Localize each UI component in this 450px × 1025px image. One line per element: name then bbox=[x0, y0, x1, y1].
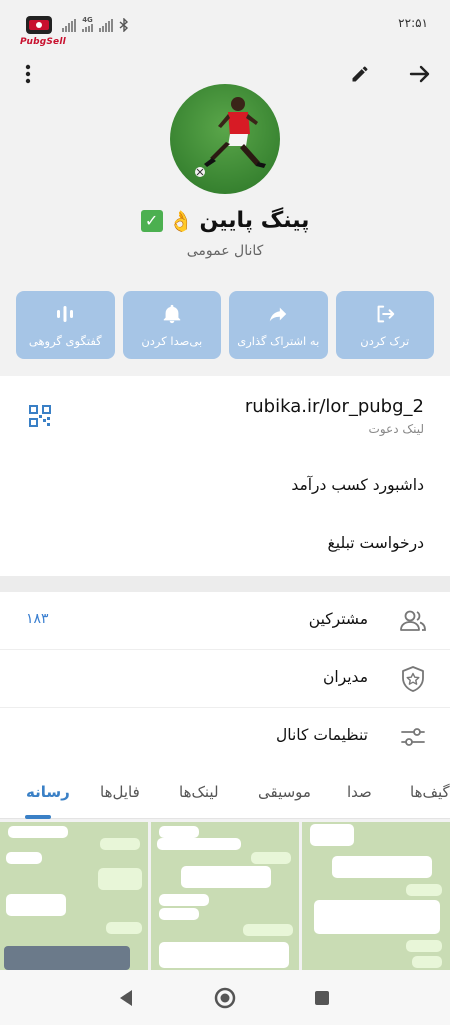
channel-info-card: rubika.ir/lor_pubg_2 لینک دعوت داشبورد ک… bbox=[0, 376, 450, 576]
voice-chat-icon bbox=[57, 305, 74, 322]
section-divider bbox=[0, 576, 450, 592]
channel-management-card: ۱۸۳ مشترکین مدیران تنظیمات کانال bbox=[0, 592, 450, 767]
tab-gifs[interactable]: گیف‌ها bbox=[410, 783, 450, 801]
bell-icon bbox=[163, 304, 180, 323]
admins-row[interactable]: مدیران bbox=[0, 650, 450, 708]
share-button[interactable]: به اشتراک گذاری bbox=[229, 291, 328, 359]
settings-row[interactable]: تنظیمات کانال bbox=[0, 708, 450, 766]
leave-icon bbox=[377, 305, 395, 322]
mute-label: بی‌صدا کردن bbox=[141, 333, 203, 348]
channel-title-row: پینگ پایین 👌 ✓ bbox=[0, 208, 450, 233]
mute-button[interactable]: بی‌صدا کردن bbox=[122, 291, 221, 359]
action-buttons: گفتگوی گروهی بی‌صدا کردن به اشتراک گذاری… bbox=[16, 291, 434, 359]
back-arrow-icon[interactable] bbox=[404, 58, 436, 90]
leave-button[interactable]: ترک کردن bbox=[335, 291, 434, 359]
ok-hand-emoji: 👌 bbox=[168, 208, 194, 233]
tab-media[interactable]: رسانه bbox=[26, 783, 70, 801]
tab-music[interactable]: موسیقی bbox=[258, 783, 311, 801]
nav-recents-icon[interactable] bbox=[308, 984, 336, 1012]
edit-icon[interactable] bbox=[344, 58, 376, 90]
active-tab-indicator bbox=[25, 815, 51, 819]
channel-subtitle: کانال عمومی bbox=[186, 243, 264, 259]
media-thumbnail[interactable] bbox=[0, 822, 148, 970]
media-grid bbox=[0, 822, 450, 970]
share-label: به اشتراک گذاری bbox=[237, 333, 320, 348]
members-count: ۱۸۳ bbox=[26, 611, 49, 627]
settings-sliders-icon bbox=[398, 722, 428, 752]
voice-chat-label: گفتگوی گروهی bbox=[28, 333, 102, 348]
bluetooth-icon bbox=[119, 18, 129, 32]
income-dashboard-item[interactable]: داشبورد کسب درآمد bbox=[291, 476, 424, 494]
invite-link-label: لینک دعوت bbox=[368, 422, 424, 436]
share-icon bbox=[270, 307, 287, 321]
media-thumbnail[interactable] bbox=[302, 822, 450, 970]
status-bar: PubgSell 4G ۲۲:۵۱ bbox=[0, 0, 450, 48]
channel-avatar[interactable] bbox=[170, 84, 280, 194]
admins-label: مدیران bbox=[323, 668, 368, 686]
members-row[interactable]: ۱۸۳ مشترکین bbox=[0, 592, 450, 650]
brand-text: PubgSell bbox=[20, 37, 66, 47]
leave-label: ترک کردن bbox=[360, 333, 410, 348]
invite-link[interactable]: rubika.ir/lor_pubg_2 bbox=[245, 396, 424, 417]
more-options-icon[interactable] bbox=[12, 58, 44, 90]
media-thumbnail[interactable] bbox=[151, 822, 299, 970]
admin-shield-icon bbox=[398, 664, 428, 694]
nav-home-icon[interactable] bbox=[211, 984, 239, 1012]
ad-request-item[interactable]: درخواست تبلیغ bbox=[328, 534, 424, 552]
tab-links[interactable]: لینک‌ها bbox=[179, 783, 219, 801]
members-label: مشترکین bbox=[308, 610, 368, 628]
tab-files[interactable]: فایل‌ها bbox=[100, 783, 140, 801]
media-tabs: رسانه فایل‌ها لینک‌ها موسیقی صدا گیف‌ها bbox=[0, 767, 450, 819]
members-icon bbox=[398, 606, 428, 636]
settings-label: تنظیمات کانال bbox=[276, 726, 368, 744]
system-nav-bar bbox=[0, 970, 450, 1025]
tab-voice[interactable]: صدا bbox=[347, 783, 372, 801]
signal-icon-2 bbox=[99, 18, 113, 32]
signal-indicators: 4G bbox=[62, 16, 129, 32]
network-type: 4G bbox=[82, 16, 93, 24]
channel-title: پینگ پایین bbox=[199, 208, 310, 233]
nav-back-icon[interactable] bbox=[112, 984, 140, 1012]
qr-code-icon[interactable] bbox=[28, 404, 52, 428]
check-mark-emoji: ✓ bbox=[140, 209, 163, 232]
signal-icon bbox=[62, 18, 76, 32]
status-time: ۲۲:۵۱ bbox=[398, 16, 428, 30]
voice-chat-button[interactable]: گفتگوی گروهی bbox=[16, 291, 115, 359]
